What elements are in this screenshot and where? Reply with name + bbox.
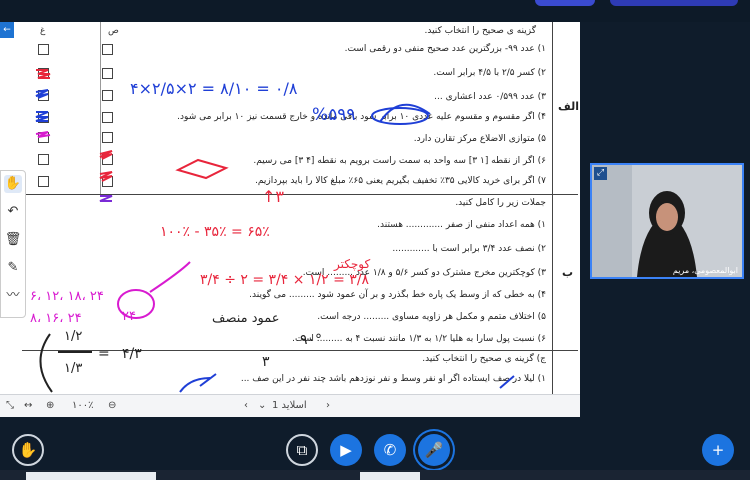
slide-select-chevron-icon[interactable]: ⌄	[258, 399, 266, 413]
answer-bisector: عمود منصف	[212, 311, 280, 326]
answer-negative: کوچکتر	[333, 257, 370, 272]
answer-90: ۹۰°	[300, 332, 322, 348]
half-work: ۳/۴ ÷ ۲ = ۳/۴ × ۱/۲ = ۳/۸	[200, 272, 370, 288]
screen-share-button[interactable]: ⧉	[286, 434, 318, 466]
presentation-slide: گزینه ی صحیح را انتخاب کنید. غ ص الف ب ۱…	[0, 22, 580, 394]
next-slide-icon[interactable]: ›	[326, 399, 330, 413]
ratio-lhs-bottom: ۱/۳	[64, 361, 82, 376]
paren-mark	[39, 333, 53, 393]
webcam-video[interactable]: ⤢ ابوالمعصومی، مریم	[590, 163, 744, 279]
multiples-top: ۶، ۱۲، ۱۸، ۲۴	[30, 289, 104, 304]
add-button[interactable]: +	[702, 434, 734, 466]
zoom-in-icon[interactable]: ⊕	[46, 399, 54, 413]
pen-icon[interactable]: ✎	[4, 259, 22, 277]
panel-toggle[interactable]: ←	[0, 22, 14, 38]
ink-stroke	[179, 373, 217, 393]
line-tool-icon[interactable]: 〰	[4, 287, 22, 305]
presenter-silhouette	[592, 165, 742, 277]
webcam-minimize-icon[interactable]: ⤢	[594, 167, 607, 180]
top-pill-right[interactable]	[610, 0, 738, 6]
ratio-lhs-top: ۱/۲	[64, 329, 82, 344]
camera-button[interactable]: ▶	[330, 434, 362, 466]
raise-hand-button[interactable]: ✋	[12, 434, 44, 466]
microphone-button[interactable]: 🎤	[418, 434, 450, 466]
phone-button[interactable]: ✆	[374, 434, 406, 466]
top-pill-left[interactable]	[535, 0, 595, 6]
fit-screen-icon[interactable]: ⤡	[6, 399, 14, 413]
meeting-controls: ✋ ⧉ ▶ ✆ 🎤 +	[0, 430, 750, 470]
trash-icon[interactable]: 🗑	[4, 231, 22, 249]
frac-work: ۴×۲/۵×۲ = ۸/۱۰ = ۰/۸	[130, 79, 298, 98]
taskbar-strip	[0, 470, 750, 480]
answer-3: ۳	[262, 354, 270, 370]
ink-stroke	[499, 375, 515, 389]
arrow-annotation: ↑۳	[262, 187, 284, 206]
taskbar-item[interactable]	[360, 472, 420, 480]
percent-work: ۱۰۰٪ - ۳۵٪ = ۶۵٪	[160, 224, 270, 240]
parallelogram-sketch	[175, 158, 229, 180]
scribble-mark	[35, 69, 113, 202]
ratio-rhs: ۴/۳	[122, 346, 142, 362]
frac-result: %۵۹۹	[312, 105, 356, 125]
slide-selector[interactable]: اسلاید 1	[272, 399, 307, 413]
answer-24: ۲۴	[122, 309, 136, 324]
slide-navbar: ⤡ ↔ ⊕ ۱۰۰٪ ⊖ ‹ ⌄ اسلاید 1 ›	[0, 394, 580, 417]
zoom-level: ۱۰۰٪	[72, 400, 94, 411]
prev-slide-icon[interactable]: ‹	[244, 399, 248, 413]
presenter-name: ابوالمعصومی، مریم	[672, 266, 738, 275]
undo-icon[interactable]: ↶	[4, 203, 22, 221]
arrow-stroke	[149, 261, 191, 293]
top-bar	[0, 0, 750, 22]
ink-annotations: ۴×۲/۵×۲ = ۸/۱۰ = ۰/۸ %۵۹۹ ↑۳ ۱۰۰٪ - ۳۵٪ …	[30, 69, 515, 393]
zoom-out-icon[interactable]: ⊖	[108, 399, 116, 413]
hand-tool-icon[interactable]: ✋	[4, 175, 22, 193]
annotation-toolbar: ✋ ↶ 🗑 ✎ 〰	[0, 170, 26, 318]
fit-width-icon[interactable]: ↔	[24, 399, 32, 413]
taskbar-item[interactable]	[26, 472, 156, 480]
equals-sign: =	[98, 346, 110, 362]
multiples-bottom: ۸، ۱۶، ۲۴	[30, 311, 82, 326]
